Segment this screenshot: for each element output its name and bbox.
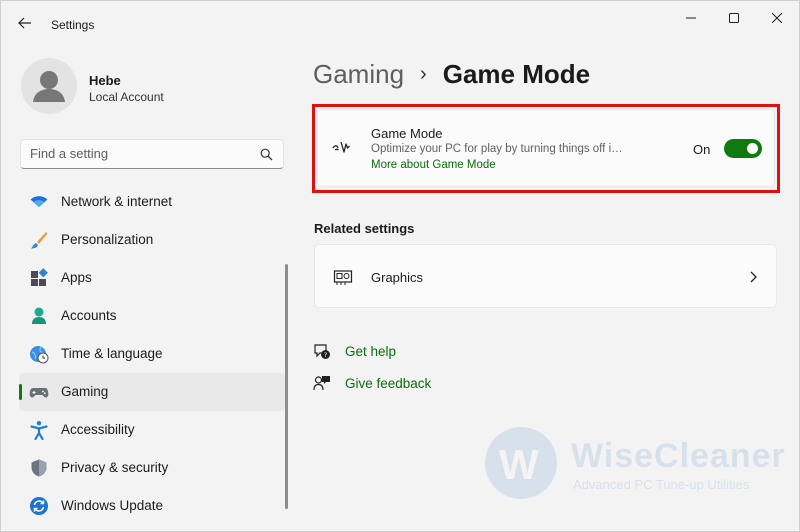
give-feedback-link[interactable]: Give feedback — [313, 374, 431, 392]
controller-icon — [29, 388, 49, 398]
apps-icon — [31, 268, 48, 286]
watermark-circle: W — [485, 427, 557, 499]
sidebar-scrollbar[interactable] — [285, 264, 288, 509]
sidebar-item-gaming[interactable]: Gaming — [19, 373, 285, 411]
breadcrumb-separator: › — [420, 63, 427, 85]
globe-clock-icon — [30, 346, 49, 364]
get-help-label: Get help — [345, 343, 397, 359]
sidebar-item-label: Time & language — [61, 346, 163, 361]
game-mode-icon — [332, 141, 350, 153]
toggle-state-label: On — [693, 142, 711, 157]
maximize-icon — [729, 13, 739, 23]
sidebar-item-time-language[interactable]: Time & language — [19, 335, 285, 373]
game-mode-title: Game Mode — [371, 126, 443, 141]
sidebar-item-label: Accessibility — [61, 422, 135, 437]
search-input[interactable] — [30, 146, 250, 161]
related-settings-heading: Related settings — [314, 221, 415, 236]
sidebar-item-privacy[interactable]: Privacy & security — [19, 449, 285, 487]
feedback-icon — [313, 376, 330, 391]
shield-icon — [31, 459, 47, 477]
close-icon — [772, 13, 782, 23]
svg-text:?: ? — [324, 351, 327, 359]
person-icon — [32, 307, 46, 324]
active-indicator — [19, 384, 22, 400]
search-icon[interactable] — [260, 148, 273, 161]
breadcrumb: Gaming › Game Mode — [313, 59, 590, 90]
back-arrow-icon — [18, 17, 31, 29]
game-mode-card: Game Mode Optimize your PC for play by t… — [317, 109, 775, 187]
update-icon — [30, 497, 48, 515]
sidebar-item-label: Privacy & security — [61, 460, 169, 475]
give-feedback-label: Give feedback — [345, 375, 432, 391]
settings-window: Settings Hebe Local Account Network & — [0, 0, 800, 532]
get-help-link[interactable]: ? Get help — [313, 342, 396, 360]
breadcrumb-parent[interactable]: Gaming — [313, 59, 404, 90]
title-bar: Settings — [1, 1, 800, 41]
sidebar-item-label: Accounts — [61, 308, 117, 323]
page-title: Game Mode — [442, 59, 591, 89]
minimize-icon — [686, 17, 696, 19]
watermark-brand: WiseCleaner — [571, 437, 786, 475]
sidebar-item-network[interactable]: Network & internet — [19, 183, 285, 221]
account-type: Local Account — [89, 90, 164, 104]
app-title: Settings — [51, 18, 95, 32]
maximize-button[interactable] — [720, 7, 748, 29]
sidebar-item-label: Windows Update — [61, 498, 164, 513]
sidebar-item-label: Personalization — [61, 232, 154, 247]
game-mode-toggle[interactable] — [724, 139, 762, 158]
graphics-card-icon — [333, 270, 353, 285]
chevron-right-icon — [750, 271, 757, 283]
avatar[interactable] — [21, 58, 77, 114]
help-icon: ? — [314, 344, 330, 359]
accessibility-icon — [30, 421, 48, 440]
graphics-label: Graphics — [371, 270, 424, 285]
wifi-icon — [30, 196, 48, 207]
sidebar-nav: Network & internet Personalization Apps — [19, 183, 285, 525]
sidebar-item-accounts[interactable]: Accounts — [19, 297, 285, 335]
graphics-card[interactable]: Graphics — [314, 244, 777, 308]
minimize-button[interactable] — [677, 7, 705, 29]
close-button[interactable] — [763, 7, 791, 29]
watermark-logo: W WiseCleaner Advanced PC Tune-up Utilit… — [485, 425, 785, 505]
back-button[interactable] — [15, 13, 35, 33]
sidebar-item-personalization[interactable]: Personalization — [19, 221, 285, 259]
sidebar-item-label: Gaming — [61, 384, 109, 399]
game-mode-description: Optimize your PC for play by turning thi… — [371, 143, 629, 155]
user-name: Hebe — [89, 73, 121, 88]
watermark-letter: W — [499, 441, 539, 488]
more-about-game-mode-link[interactable]: More about Game Mode — [371, 159, 496, 171]
toggle-knob — [747, 143, 758, 154]
sidebar-item-apps[interactable]: Apps — [19, 259, 285, 297]
user-icon — [33, 71, 65, 102]
search-box[interactable] — [20, 139, 284, 169]
sidebar-item-windows-update[interactable]: Windows Update — [19, 487, 285, 525]
sidebar-item-label: Network & internet — [61, 194, 173, 209]
watermark-tagline: Advanced PC Tune-up Utilities — [573, 477, 750, 492]
brush-icon — [31, 232, 48, 249]
sidebar-item-label: Apps — [61, 270, 92, 285]
sidebar-item-accessibility[interactable]: Accessibility — [19, 411, 285, 449]
